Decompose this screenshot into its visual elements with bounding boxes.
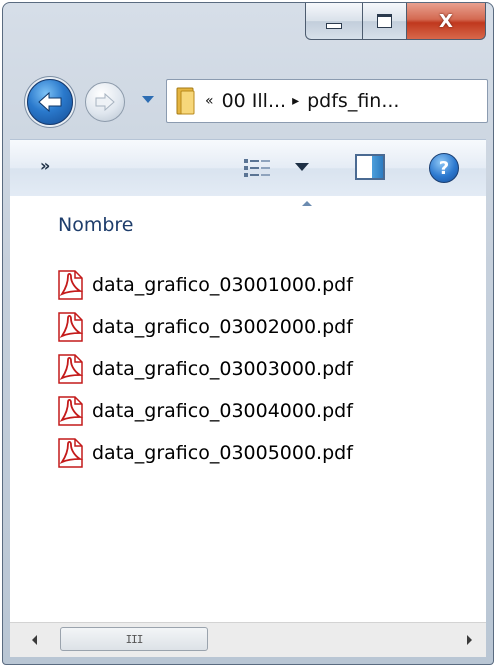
recent-pages-button[interactable] [141,93,155,107]
views-dropdown-icon[interactable] [295,163,309,171]
minimize-button[interactable] [305,3,363,40]
column-header-name[interactable]: Nombre [58,214,134,236]
scroll-grip: III [125,632,144,646]
help-icon: ? [438,157,450,179]
file-name: data_grafico_03005000.pdf [92,442,353,464]
pdf-icon [58,354,84,384]
breadcrumb-overflow-button[interactable]: « [205,93,214,109]
caption-buttons: X [305,3,486,41]
file-name: data_grafico_03003000.pdf [92,358,353,380]
breadcrumb-item[interactable]: pdfs_fin... [307,90,399,112]
sort-ascending-icon [302,201,312,206]
arrow-left-icon [38,91,62,113]
file-name: data_grafico_03002000.pdf [92,316,353,338]
change-view-button[interactable] [242,156,272,180]
file-name: data_grafico_03001000.pdf [92,274,353,296]
arrow-right-icon [95,93,115,111]
file-list-pane: Nombre data_grafico_03001000.pdf data_gr… [10,196,486,622]
minimize-icon [326,22,342,29]
details-view-icon [244,159,270,177]
help-button[interactable]: ? [429,153,459,183]
more-commands-button[interactable]: » [40,156,50,175]
chevron-down-icon [142,96,154,103]
scroll-right-icon[interactable] [467,635,472,645]
command-bar: » ? [10,139,486,197]
forward-button[interactable] [85,82,125,122]
pdf-icon [58,312,84,342]
navigation-bar: « 00 Ill... ▸ pdfs_fin... [3,71,493,131]
preview-pane-button[interactable] [355,154,385,180]
maximize-icon [377,14,392,28]
breadcrumb-item[interactable]: 00 Ill... [222,90,287,112]
explorer-window: X « 00 Ill... ▸ pdfs_fin... » ? Nombre d… [2,2,494,665]
file-item[interactable]: data_grafico_03004000.pdf [56,390,353,432]
horizontal-scrollbar[interactable]: III [10,622,486,657]
address-bar[interactable]: « 00 Ill... ▸ pdfs_fin... [166,79,488,123]
pdf-icon [58,438,84,468]
file-item[interactable]: data_grafico_03003000.pdf [56,348,353,390]
close-icon: X [439,10,453,32]
breadcrumb-separator-icon[interactable]: ▸ [292,93,299,109]
file-item[interactable]: data_grafico_03001000.pdf [56,264,353,306]
pdf-icon [58,270,84,300]
back-button[interactable] [27,79,73,125]
file-name: data_grafico_03004000.pdf [92,400,353,422]
scroll-thumb[interactable]: III [60,627,208,651]
close-button[interactable]: X [407,3,486,40]
file-item[interactable]: data_grafico_03002000.pdf [56,306,353,348]
pdf-icon [58,396,84,426]
file-list: data_grafico_03001000.pdf data_grafico_0… [56,264,353,474]
maximize-button[interactable] [363,3,407,40]
file-item[interactable]: data_grafico_03005000.pdf [56,432,353,474]
scroll-left-icon[interactable] [32,635,37,645]
folder-icon [175,86,197,116]
